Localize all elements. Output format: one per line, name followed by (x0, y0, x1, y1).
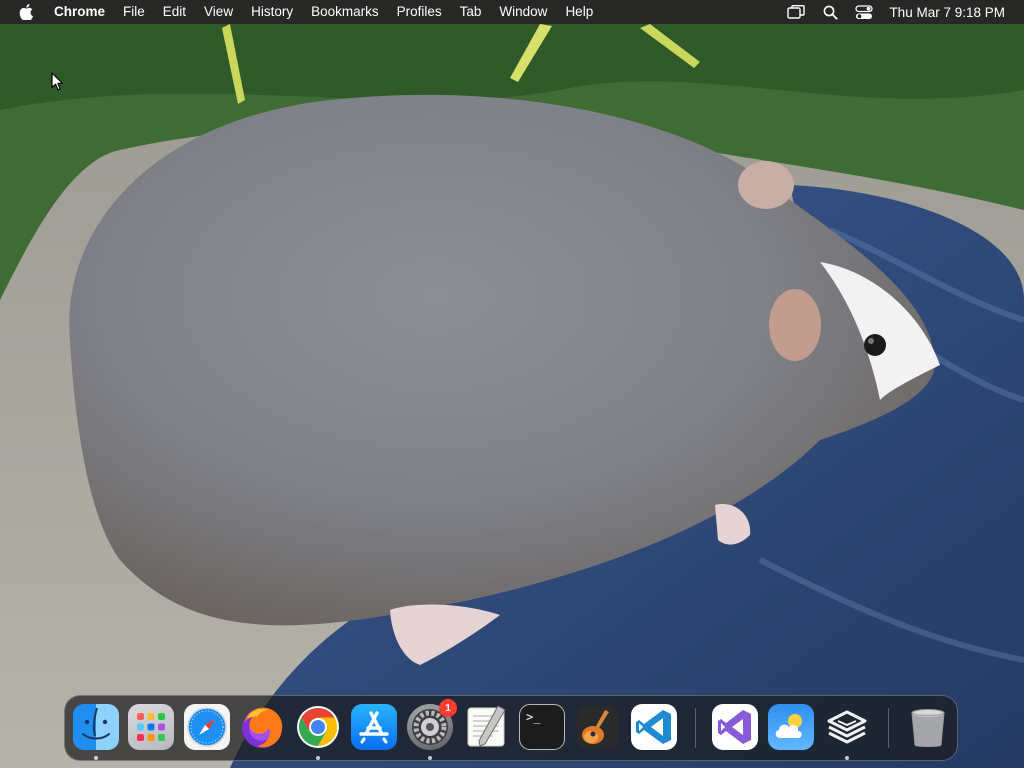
control-center-icon[interactable] (854, 4, 874, 20)
app-store-icon (359, 711, 389, 744)
dock-app-app-store[interactable] (351, 704, 397, 750)
menu-bookmarks[interactable]: Bookmarks (302, 0, 388, 24)
menu-bar-left: Chrome File Edit View History Bookmarks … (0, 0, 602, 24)
layers-app-icon (827, 710, 867, 744)
launchpad-icon (137, 713, 165, 741)
dock-app-system-settings[interactable]: 1 (407, 699, 457, 750)
dock-app-textedit[interactable] (463, 704, 509, 750)
menu-bar-clock[interactable]: Thu Mar 7 9:18 PM (889, 5, 1005, 20)
menu-bar-status: Thu Mar 7 9:18 PM (779, 0, 1024, 24)
menu-tab[interactable]: Tab (451, 0, 491, 24)
garageband-icon (577, 706, 619, 748)
finder-icon (82, 707, 110, 740)
safari-icon (187, 707, 227, 747)
dock-running-indicator (845, 756, 849, 760)
spotlight-search-icon[interactable] (820, 4, 840, 20)
dock-separator (888, 708, 889, 748)
desktop-wallpaper (0, 0, 1024, 768)
visual-studio-icon (718, 710, 751, 744)
menu-file[interactable]: File (114, 0, 154, 24)
menu-help[interactable]: Help (556, 0, 602, 24)
menu-edit[interactable]: Edit (154, 0, 195, 24)
textedit-icon (467, 705, 506, 747)
menu-profiles[interactable]: Profiles (388, 0, 451, 24)
menu-view[interactable]: View (195, 0, 242, 24)
menu-window[interactable]: Window (490, 0, 556, 24)
dock-app-trash[interactable] (905, 704, 951, 750)
dock-app-visual-studio[interactable] (712, 704, 758, 750)
dock-app-terminal[interactable]: >_ (519, 704, 565, 750)
menu-app-name[interactable]: Chrome (46, 0, 114, 24)
trash-icon (911, 709, 945, 747)
dock-app-weather[interactable] (768, 704, 814, 750)
dock-separator (695, 708, 696, 748)
dock-app-vscode[interactable] (631, 704, 677, 750)
firefox-icon (242, 707, 283, 748)
chrome-icon (297, 706, 339, 748)
dock-app-finder[interactable] (73, 704, 119, 750)
apple-logo-icon[interactable] (18, 4, 34, 20)
dock-app-launchpad[interactable] (128, 704, 174, 750)
dock-running-indicator (94, 756, 98, 760)
vscode-icon (636, 710, 671, 744)
menu-bar: Chrome File Edit View History Bookmarks … (0, 0, 1024, 24)
dock-app-chrome[interactable] (295, 704, 341, 750)
menu-history[interactable]: History (242, 0, 302, 24)
dock-app-safari[interactable] (184, 704, 230, 750)
notification-badge: 1 (439, 699, 457, 717)
screen-mirroring-icon[interactable] (786, 4, 806, 20)
terminal-icon: >_ (526, 710, 541, 724)
dock-app-garageband[interactable] (575, 704, 621, 750)
dock-running-indicator (428, 756, 432, 760)
weather-icon (775, 714, 802, 738)
dock-app-firefox[interactable] (239, 704, 285, 750)
dock-app-layers[interactable] (824, 704, 870, 750)
mouse-cursor-icon (51, 72, 64, 96)
dock-running-indicator (316, 756, 320, 760)
dock: 1 >_ (64, 695, 958, 761)
